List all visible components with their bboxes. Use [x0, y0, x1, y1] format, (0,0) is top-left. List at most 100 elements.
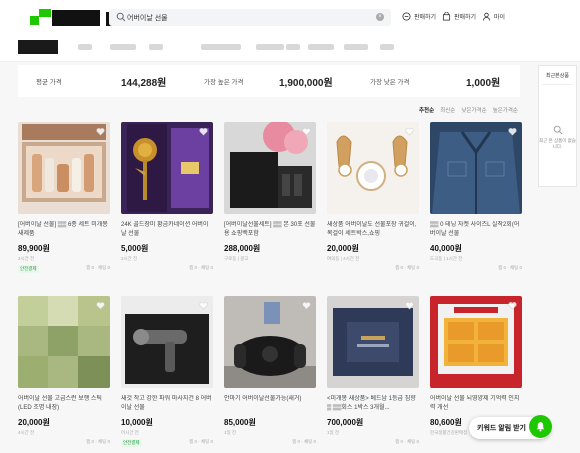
sell-button[interactable]: 판매하기	[402, 12, 436, 21]
heart-icon[interactable]	[508, 301, 517, 310]
product-stats: 찜 0 · 채팅 0	[189, 439, 213, 444]
product-title: [어버이날 선물] ▒▒ 6종 세트 미개봉 새제품	[18, 222, 108, 237]
sort-options: 추천순 최신순 낮은가격순 높은가격순	[419, 106, 518, 114]
heart-icon[interactable]	[405, 301, 414, 310]
heart-icon[interactable]	[405, 127, 414, 136]
price-summary: 평균 가격 144,288원 가장 높은 가격 1,900,000원 가장 낮은…	[18, 65, 520, 97]
bell-icon	[536, 422, 545, 432]
search-input[interactable]	[127, 10, 367, 25]
heart-icon[interactable]	[96, 127, 105, 136]
product-stats: 찜 0 · 채팅 0	[395, 439, 419, 444]
my-button[interactable]: 마이	[482, 12, 505, 21]
product-title: <미개봉 새상품> 베드남 1등급 침향 ▒ ▒▒회스 1박스 3개월...	[327, 396, 416, 411]
sell-label: 판매하기	[414, 15, 437, 21]
category-item[interactable]	[78, 44, 92, 50]
product-title: 어버이날 선물 고급스런 보행 스틱 (LED 조명 내장)	[18, 396, 102, 411]
product-price: 85,000원	[224, 418, 256, 427]
product-image[interactable]	[327, 296, 419, 388]
my-label: 마이	[494, 15, 506, 21]
heart-icon[interactable]	[96, 301, 105, 310]
user-icon	[482, 12, 491, 21]
search-icon	[116, 12, 126, 22]
product-image[interactable]	[18, 296, 110, 388]
category-item[interactable]	[256, 44, 284, 50]
category-item[interactable]	[286, 44, 300, 50]
product-image[interactable]	[224, 122, 316, 214]
category-item[interactable]	[308, 44, 334, 50]
product-title: 어버이날 선물 뇌영양제 기억력 인지력 개선	[430, 396, 520, 411]
keyword-alert-label: 키워드 알림 받기	[477, 425, 526, 432]
avg-price-value: 144,288원	[121, 77, 167, 89]
low-price-value: 1,000원	[466, 77, 501, 89]
heart-icon[interactable]	[302, 301, 311, 310]
search-icon	[553, 125, 562, 135]
heart-icon[interactable]	[199, 127, 208, 136]
category-item[interactable]	[110, 44, 136, 50]
product-image[interactable]	[430, 296, 522, 388]
product-price: 5,000원	[121, 244, 149, 253]
product-image[interactable]	[224, 296, 316, 388]
product-title: 새것 작고 강한 파워 마사지건 8 어버이날 선물	[121, 396, 212, 411]
product-meta: 도곡동 | 1시간 전	[430, 256, 463, 261]
avg-price-label: 평균 가격	[36, 79, 62, 86]
sort-latest[interactable]: 최신순	[440, 106, 455, 114]
product-meta: 1일 전	[224, 430, 237, 435]
high-price-label: 가장 높은 가격	[204, 79, 244, 86]
product-image[interactable]	[327, 122, 419, 214]
category-bar	[18, 40, 558, 54]
category-item[interactable]	[380, 44, 394, 50]
product-image[interactable]	[121, 122, 213, 214]
product-meta: 한국생활건강판매점	[430, 430, 468, 435]
sort-low-price[interactable]: 낮은가격순	[461, 106, 486, 114]
sort-high-price[interactable]: 높은가격순	[493, 106, 518, 114]
product-stats: 찜 0 · 채팅 0	[86, 439, 110, 444]
heart-icon[interactable]	[508, 127, 517, 136]
product-price: 20,000원	[18, 418, 50, 427]
heart-icon[interactable]	[302, 127, 311, 136]
product-title: 새상품 어버이날도 선물포장 귀걸이,목걸이 세트박스,쇼핑	[327, 222, 417, 237]
product-image[interactable]	[121, 296, 213, 388]
safe-pay-badge: 안전결제	[121, 439, 142, 447]
safe-pay-badge: 안전결제	[18, 265, 39, 273]
product-title: [어버이날선물세트] ▒▒ 본 30포 선물용 쇼핑백포함	[224, 222, 316, 237]
category-item[interactable]	[344, 44, 368, 50]
product-stats: 찜 0 · 채팅 0	[395, 265, 419, 270]
search-bar[interactable]: ×	[109, 9, 391, 26]
heart-icon[interactable]	[199, 301, 208, 310]
product-image[interactable]	[18, 122, 110, 214]
bell-button[interactable]	[529, 415, 552, 438]
product-price: 700,000원	[327, 418, 364, 427]
logo[interactable]	[30, 9, 115, 26]
product-title: 안마기 어버이날선물가능(새거)	[224, 396, 302, 402]
product-title: 24K 골드장미 황금카네이션 어버이날 선물	[121, 222, 209, 237]
product-meta: 2시간 전	[18, 256, 35, 261]
recent-title: 최근본상품	[545, 73, 569, 79]
sort-recommended[interactable]: 추천순	[419, 106, 434, 114]
category-item[interactable]	[201, 44, 241, 50]
category-menu-button[interactable]	[18, 40, 58, 54]
clear-search-icon[interactable]: ×	[376, 13, 384, 21]
product-stats: 찜 0 · 채팅 0	[86, 265, 110, 270]
product-stats: 찜 0 · 채팅 0	[292, 439, 316, 444]
product-meta: 4시간 전	[18, 430, 35, 435]
product-meta: 어시간 전	[121, 430, 139, 435]
low-price-label: 가장 낮은 가격	[370, 79, 410, 86]
product-price: 20,000원	[327, 244, 359, 253]
high-price-value: 1,900,000원	[279, 77, 333, 89]
product-image[interactable]	[430, 122, 522, 214]
product-title: ▒▒ 0 테닝 자켓 사이즈L 실착2회(어버이날 선물	[430, 222, 520, 237]
product-price: 288,000원	[224, 244, 261, 253]
category-item[interactable]	[149, 44, 163, 50]
product-price: 80,600원	[430, 418, 462, 427]
product-stats: 찜 0 · 채팅 0	[189, 265, 213, 270]
product-stats: 찜 0 · 채팅 0	[498, 265, 522, 270]
chat-icon	[402, 12, 411, 21]
product-meta: 구로동 | 광고	[224, 256, 249, 261]
product-price: 10,000원	[121, 418, 153, 427]
store-icon	[442, 12, 451, 21]
header: × 판매하기 판매하기 마이	[0, 0, 580, 62]
store-button[interactable]: 판매하기	[442, 12, 476, 21]
product-meta: 2시간 전	[121, 256, 138, 261]
product-price: 40,000원	[430, 244, 462, 253]
product-meta: 1일 전	[327, 430, 340, 435]
